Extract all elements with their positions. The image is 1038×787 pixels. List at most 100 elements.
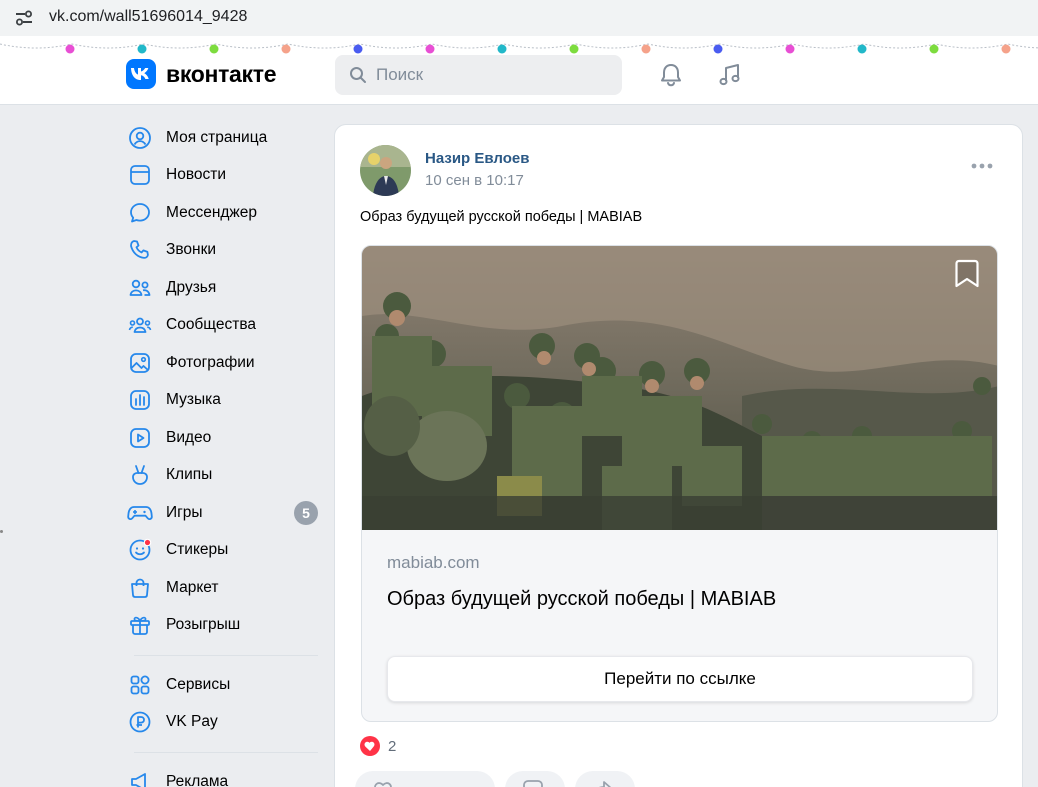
sidebar-item-label: Друзья — [166, 278, 217, 296]
sidebar-item-label: Стикеры — [166, 541, 229, 559]
newsfeed-icon — [126, 161, 154, 189]
sidebar-item-clips[interactable]: Клипы — [126, 457, 318, 495]
sidebar-item-label: Видео — [166, 428, 212, 446]
clips-icon — [126, 461, 154, 489]
sidebar-item-video[interactable]: Видео — [126, 419, 318, 457]
garland-bulb — [1001, 44, 1011, 54]
garland-bulb — [857, 44, 867, 54]
garland-bulb — [209, 44, 219, 54]
sidebar-item-label: Маркет — [166, 578, 219, 596]
link-preview-image[interactable] — [362, 246, 998, 530]
garland-bulb — [65, 44, 75, 54]
vk-logo[interactable]: вконтакте — [126, 59, 277, 89]
sidebar-item-communities[interactable]: Сообщества — [126, 307, 318, 345]
garland-bulb — [785, 44, 795, 54]
edge-artifact — [0, 530, 3, 533]
sidebar-item-music[interactable]: Музыка — [126, 382, 318, 420]
friends-icon — [126, 274, 154, 302]
garland-bulb — [569, 44, 579, 54]
comment-button[interactable] — [505, 771, 565, 787]
ads-megaphone-icon — [126, 768, 154, 787]
sidebar-item-my-page[interactable]: Моя страница — [126, 119, 318, 157]
search-input[interactable] — [376, 65, 596, 85]
gamepad-icon — [126, 499, 154, 527]
vkpay-icon — [126, 708, 154, 736]
post-date[interactable]: 10 сен в 10:17 — [425, 172, 524, 189]
garland-bulb — [425, 44, 435, 54]
garland-bulb — [137, 44, 147, 54]
comment-icon — [523, 780, 543, 787]
author-avatar[interactable] — [360, 145, 411, 196]
sidebar-item-label: Розыгрыш — [166, 616, 241, 634]
search-box[interactable] — [335, 55, 622, 95]
sidebar-item-label: Сообщества — [166, 316, 257, 334]
likes-count: 2 — [388, 737, 397, 755]
garland-bulb — [281, 44, 291, 54]
music-icon — [126, 386, 154, 414]
sticker-icon — [126, 536, 154, 564]
post-text: Образ будущей русской победы | MABIAB — [360, 209, 643, 225]
garland-bulb — [353, 44, 363, 54]
photo-icon — [126, 349, 154, 377]
sidebar-item-label: Новости — [166, 166, 227, 184]
music-note-icon[interactable] — [716, 61, 744, 89]
search-icon — [350, 67, 366, 83]
sidebar-item-services[interactable]: Сервисы — [126, 666, 318, 704]
heart-outline-icon — [374, 782, 392, 787]
sidebar-item-games[interactable]: Игры 5 — [126, 494, 318, 532]
post-author-name[interactable]: Назир Евлоев — [425, 150, 529, 167]
heart-reaction-icon — [360, 736, 380, 756]
more-options-icon[interactable] — [971, 163, 993, 169]
sidebar-item-ads[interactable]: Реклама — [126, 763, 318, 787]
video-icon — [126, 424, 154, 452]
url-text[interactable]: vk.com/wall51696014_9428 — [49, 7, 247, 27]
sidebar-item-messenger[interactable]: Мессенджер — [126, 194, 318, 232]
sidebar-item-stickers[interactable]: Стикеры — [126, 532, 318, 570]
vk-logo-icon — [126, 59, 156, 89]
open-link-button[interactable]: Перейти по ссылке — [387, 656, 973, 702]
sidebar-divider — [134, 752, 318, 753]
sidebar-item-photos[interactable]: Фотографии — [126, 344, 318, 382]
sidebar-divider — [134, 655, 318, 656]
sidebar-item-label: Игры — [166, 503, 203, 521]
phone-icon — [126, 236, 154, 264]
garland-bulb — [929, 44, 939, 54]
communities-icon — [126, 311, 154, 339]
share-icon — [598, 781, 612, 787]
logo-text: вконтакте — [166, 60, 277, 87]
share-button[interactable] — [575, 771, 635, 787]
games-count-badge: 5 — [294, 501, 318, 525]
like-button[interactable] — [355, 771, 495, 787]
link-domain: mabiab.com — [387, 553, 480, 572]
reactions-bar[interactable]: 2 — [360, 736, 396, 756]
gift-icon — [126, 611, 154, 639]
garland-bulb — [713, 44, 723, 54]
link-snippet[interactable]: mabiab.com Образ будущей русской победы … — [361, 245, 998, 722]
left-sidebar: Моя страница Новости Мессенджер Звонки Д… — [126, 119, 318, 787]
user-circle-icon — [126, 124, 154, 152]
sidebar-item-label: Музыка — [166, 391, 221, 409]
sidebar-item-friends[interactable]: Друзья — [126, 269, 318, 307]
notifications-bell-icon[interactable] — [657, 61, 685, 89]
market-bag-icon — [126, 574, 154, 602]
post-actions — [355, 771, 645, 787]
garland-bulb — [497, 44, 507, 54]
sidebar-item-vkpay[interactable]: VK Pay — [126, 704, 318, 742]
bookmark-icon[interactable] — [952, 258, 982, 290]
sidebar-item-giveaway[interactable]: Розыгрыш — [126, 607, 318, 645]
link-title[interactable]: Образ будущей русской победы | MABIAB — [387, 588, 776, 611]
services-icon — [126, 671, 154, 699]
sidebar-item-label: Моя страница — [166, 128, 268, 146]
sidebar-item-label: Звонки — [166, 241, 217, 259]
message-icon — [126, 199, 154, 227]
sidebar-item-news[interactable]: Новости — [126, 157, 318, 195]
wall-post: Назир Евлоев 10 сен в 10:17 Образ будуще… — [334, 124, 1023, 787]
sidebar-item-market[interactable]: Маркет — [126, 569, 318, 607]
site-settings-icon[interactable] — [13, 7, 35, 29]
browser-address-bar[interactable]: vk.com/wall51696014_9428 — [0, 0, 1038, 36]
sidebar-item-calls[interactable]: Звонки — [126, 232, 318, 270]
sidebar-item-label: Реклама — [166, 772, 229, 787]
sidebar-item-label: Клипы — [166, 466, 213, 484]
garland-bulb — [641, 44, 651, 54]
sidebar-item-label: Сервисы — [166, 675, 231, 693]
